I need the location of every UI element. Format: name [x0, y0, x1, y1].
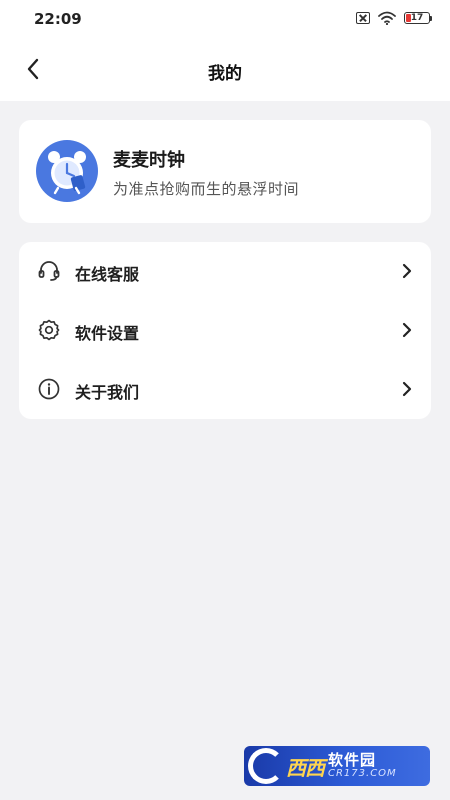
watermark-logo: 西西 软件园 CR173.COM: [244, 746, 430, 786]
battery-tip: [430, 15, 432, 21]
wifi-icon: [378, 11, 396, 25]
menu-card: 在线客服 软件设置 关于我们: [19, 242, 431, 419]
sim-disabled-icon: [356, 12, 370, 24]
gear-icon: [37, 318, 61, 342]
watermark-brand: 西西: [286, 755, 325, 780]
chevron-right-icon: [402, 263, 412, 279]
menu-item-label: 软件设置: [75, 324, 140, 343]
battery-level: 17: [410, 12, 424, 23]
battery-icon: 17: [404, 12, 432, 24]
watermark-site-name: 软件园: [328, 750, 377, 769]
battery-body: 17: [404, 12, 430, 24]
app-logo: [36, 140, 98, 202]
watermark-site-url: CR173.COM: [328, 767, 397, 779]
menu-item-about-us[interactable]: 关于我们: [19, 360, 431, 418]
status-icons: 17: [356, 11, 432, 25]
app-info-card: 麦麦时钟 为准点抢购而生的悬浮时间: [19, 120, 431, 223]
nav-bar: 我的: [0, 40, 450, 101]
alarm-clock-icon: [48, 151, 86, 195]
menu-item-label: 在线客服: [75, 265, 140, 284]
watermark-site: 软件园 CR173.COM: [328, 750, 397, 779]
menu-item-software-settings[interactable]: 软件设置: [19, 301, 431, 359]
status-bar: 22:09 17: [0, 0, 450, 40]
app-name: 麦麦时钟: [113, 150, 185, 171]
info-icon: [37, 377, 61, 401]
chevron-right-icon: [402, 381, 412, 397]
chevron-right-icon: [402, 322, 412, 338]
status-time: 22:09: [34, 10, 82, 28]
app-slogan: 为准点抢购而生的悬浮时间: [113, 180, 300, 198]
watermark-c-icon: [248, 748, 284, 784]
menu-item-label: 关于我们: [75, 383, 140, 402]
menu-item-online-support[interactable]: 在线客服: [19, 242, 431, 300]
headset-icon: [37, 259, 61, 283]
page-title: 我的: [208, 64, 242, 84]
